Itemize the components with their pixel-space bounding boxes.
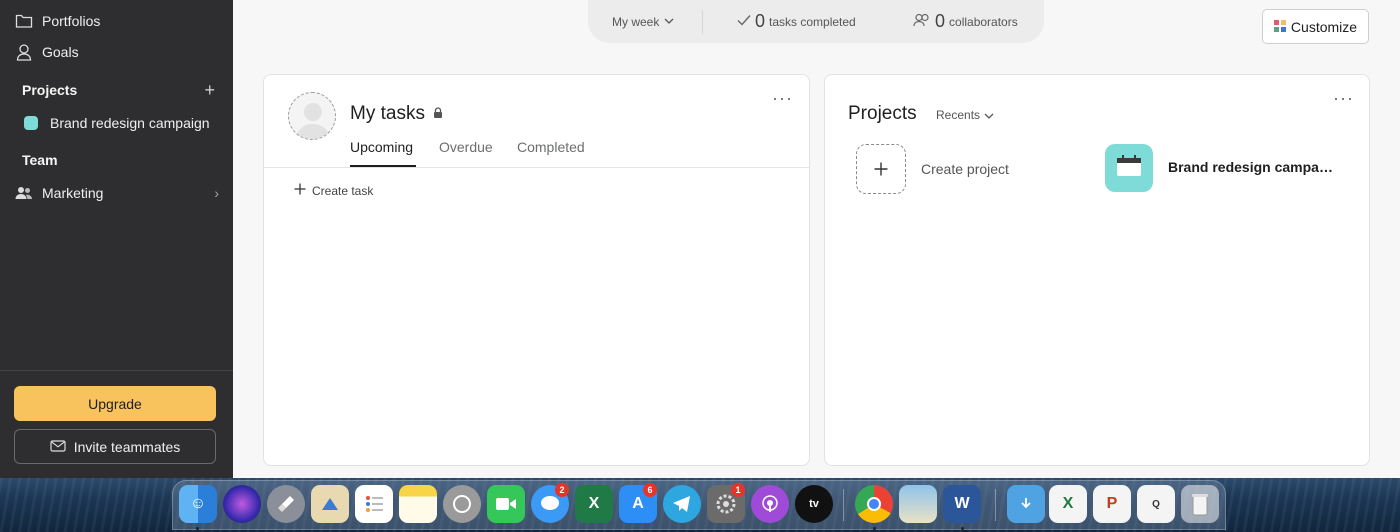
dock-separator xyxy=(843,489,844,521)
sidebar-divider xyxy=(0,370,233,371)
stats-divider xyxy=(702,9,703,34)
mpeg-doc-icon[interactable]: Q xyxy=(1137,485,1175,523)
system-preferences-badge: 1 xyxy=(731,483,745,497)
lock-icon xyxy=(433,103,443,125)
my-tasks-title: My tasks xyxy=(350,103,443,125)
chrome-icon[interactable] xyxy=(855,485,893,523)
word-icon[interactable]: W xyxy=(943,485,981,523)
collaborators-stat: 0 collaborators xyxy=(913,11,1018,32)
siri-icon[interactable] xyxy=(223,485,261,523)
widgets-icon xyxy=(1273,19,1286,35)
invite-teammates-button[interactable]: Invite teammates xyxy=(14,429,216,464)
notes-icon[interactable] xyxy=(399,485,437,523)
running-indicator xyxy=(196,527,199,530)
running-indicator xyxy=(873,527,876,530)
invite-label: Invite teammates xyxy=(73,438,181,455)
upgrade-button[interactable]: Upgrade xyxy=(14,386,216,421)
dock-separator xyxy=(995,489,996,521)
apple-tv-icon[interactable]: tv xyxy=(795,485,833,523)
recents-label: Recents xyxy=(936,108,981,122)
project-name[interactable]: Brand redesign campaign xyxy=(1168,159,1333,175)
collaborators-count: 0 xyxy=(935,11,946,31)
home-main: My week 0 tasks completed 0 collaborator… xyxy=(233,0,1400,480)
add-project-plus-icon[interactable]: + xyxy=(204,81,215,99)
project-tile[interactable] xyxy=(1105,144,1153,192)
plus-icon xyxy=(874,156,888,182)
person-icon xyxy=(14,42,34,62)
user-avatar[interactable] xyxy=(288,92,336,140)
chevron-right-icon: › xyxy=(214,185,219,201)
people-icon xyxy=(913,13,931,30)
tab-upcoming[interactable]: Upcoming xyxy=(350,139,413,155)
more-options-icon[interactable]: ··· xyxy=(1333,89,1354,107)
reminders-icon[interactable] xyxy=(355,485,393,523)
dock: ☺ 2 X A 6 1 tv W X P Q xyxy=(172,480,1226,530)
sidebar-item-goals[interactable]: Goals xyxy=(14,39,79,65)
tasks-label: tasks completed xyxy=(769,14,856,29)
downloads-folder-icon[interactable] xyxy=(1007,485,1045,523)
collaborators-label: collaborators xyxy=(949,14,1018,29)
powerpoint-doc-icon[interactable]: P xyxy=(1093,485,1131,523)
projects-heading: Projects xyxy=(22,82,78,98)
facetime-icon[interactable] xyxy=(487,485,525,523)
telegram-icon[interactable] xyxy=(663,485,701,523)
project-color-swatch xyxy=(24,116,38,130)
sidebar-item-label: Brand redesign campaign xyxy=(50,115,210,131)
more-options-icon[interactable]: ··· xyxy=(772,89,793,107)
create-project-label[interactable]: Create project xyxy=(921,161,1009,177)
customize-label: Customize xyxy=(1290,18,1358,35)
excel-doc-icon[interactable]: X xyxy=(1049,485,1087,523)
week-stats-bar: My week 0 tasks completed 0 collaborator… xyxy=(588,0,1044,43)
launchpad-icon[interactable] xyxy=(267,485,305,523)
podcasts-icon[interactable] xyxy=(751,485,789,523)
app-window: Portfolios Goals Projects + Brand redesi… xyxy=(0,0,1400,480)
preview-icon[interactable] xyxy=(899,485,937,523)
folder-icon xyxy=(14,11,34,31)
sidebar-item-marketing[interactable]: Marketing › xyxy=(14,180,219,206)
customize-button[interactable]: Customize xyxy=(1262,9,1369,44)
my-tasks-title-text: My tasks xyxy=(350,103,425,124)
sidebar-item-label: Goals xyxy=(42,44,79,60)
create-task-button[interactable]: Create task xyxy=(294,183,373,198)
running-indicator xyxy=(961,527,964,530)
sidebar: Portfolios Goals Projects + Brand redesi… xyxy=(0,0,233,480)
my-tasks-card: My tasks ··· Upcoming Overdue Completed … xyxy=(263,74,810,466)
tabs-divider xyxy=(264,167,809,168)
projects-card-title: Projects xyxy=(848,103,917,124)
tasks-count: 0 xyxy=(755,11,766,31)
sidebar-item-label: Marketing xyxy=(42,185,104,201)
app-store-badge: 6 xyxy=(643,483,657,497)
recents-filter[interactable]: Recents xyxy=(936,108,994,122)
envelope-icon xyxy=(50,439,66,455)
chevron-down-icon xyxy=(984,108,994,122)
calendar-icon xyxy=(1116,154,1142,182)
create-project-tile[interactable] xyxy=(856,144,906,194)
finder-icon[interactable]: ☺ xyxy=(179,485,217,523)
whatsapp-icon[interactable] xyxy=(443,485,481,523)
tasks-completed-stat: 0 tasks completed xyxy=(737,11,901,32)
chevron-down-icon xyxy=(664,16,674,27)
plus-icon xyxy=(294,183,306,198)
sidebar-item-label: Portfolios xyxy=(42,13,101,29)
tab-completed[interactable]: Completed xyxy=(517,139,585,155)
period-label: My week xyxy=(612,14,660,29)
create-task-label: Create task xyxy=(312,183,374,198)
check-icon xyxy=(737,14,751,29)
team-heading: Team xyxy=(22,152,58,168)
projects-card: Projects Recents ··· Create project Bran… xyxy=(824,74,1370,466)
period-selector[interactable]: My week xyxy=(612,15,702,29)
mail-icon[interactable] xyxy=(311,485,349,523)
sidebar-item-project[interactable]: Brand redesign campaign xyxy=(14,110,210,136)
trash-icon[interactable] xyxy=(1181,485,1219,523)
excel-icon[interactable]: X xyxy=(575,485,613,523)
tab-overdue[interactable]: Overdue xyxy=(439,139,493,155)
team-icon xyxy=(14,183,34,203)
messages-badge: 2 xyxy=(555,483,569,497)
sidebar-item-portfolios[interactable]: Portfolios xyxy=(14,8,100,34)
